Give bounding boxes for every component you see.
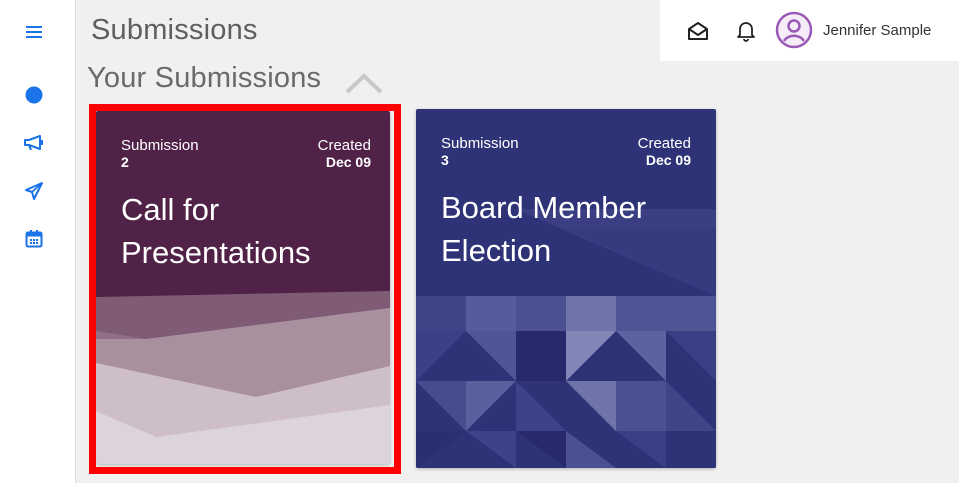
- created-date: Dec 09: [645, 152, 691, 168]
- submission-card[interactable]: Submission 3 Created Dec 09 Board Member…: [416, 109, 716, 468]
- dot-icon[interactable]: [21, 82, 47, 108]
- collapse-chevron-icon[interactable]: [344, 70, 384, 96]
- submission-title: Call for Presentations: [121, 192, 311, 270]
- megaphone-icon[interactable]: [21, 130, 47, 156]
- user-name[interactable]: Jennifer Sample: [823, 22, 931, 39]
- mail-icon[interactable]: [686, 19, 710, 43]
- submission-number: 2: [121, 154, 129, 170]
- calendar-icon[interactable]: [21, 226, 47, 252]
- top-bar: Jennifer Sample: [660, 0, 959, 61]
- submission-meta: Submission 2: [121, 137, 199, 171]
- page-title: Submissions: [91, 14, 258, 46]
- paper-plane-icon[interactable]: [21, 178, 47, 204]
- submission-title: Board Member Election: [441, 190, 647, 268]
- submission-number: 3: [441, 152, 449, 168]
- created-meta: Created Dec 09: [318, 137, 371, 171]
- submission-label: Submission: [121, 137, 199, 154]
- created-label: Created: [637, 135, 691, 152]
- bell-icon[interactable]: [734, 19, 758, 43]
- created-meta: Created Dec 09: [638, 135, 691, 169]
- created-date: Dec 09: [325, 154, 371, 170]
- created-label: Created: [317, 137, 371, 154]
- section-title: Your Submissions: [87, 62, 322, 94]
- sidebar: [0, 0, 76, 483]
- submission-label: Submission: [441, 135, 519, 152]
- submission-card[interactable]: Submission 2 Created Dec 09 Call for Pre…: [96, 111, 390, 464]
- menu-icon[interactable]: [21, 19, 47, 45]
- submission-meta: Submission 3: [441, 135, 519, 169]
- avatar-icon[interactable]: [775, 11, 813, 49]
